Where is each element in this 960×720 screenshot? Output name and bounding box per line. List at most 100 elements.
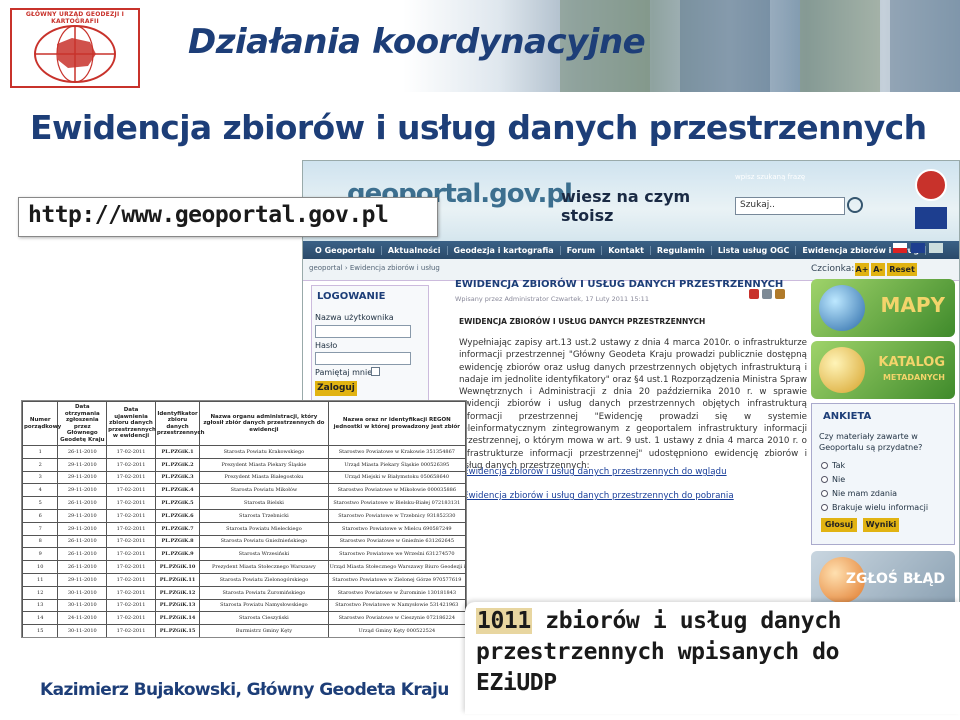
font-increase-button[interactable]: A+: [855, 263, 869, 276]
table-cell: 17-02-2011: [106, 457, 156, 472]
nav-item[interactable]: Geodezja i kartografia: [448, 245, 561, 255]
table-cell: 17-02-2011: [106, 636, 156, 637]
table-row: 15 30-11-2010 17-02-2011 PL.PZGiK.15 Burmist…: [22, 624, 466, 637]
maps-label: MAPY: [880, 293, 945, 317]
breadcrumb[interactable]: geoportal › Ewidencja zbiorów i usług: [309, 264, 440, 272]
table-cell: Starosta Bielski: [199, 496, 329, 510]
table-cell: PL.PZGiK.2: [154, 457, 201, 472]
table-cell: 6: [22, 508, 59, 523]
nav-item[interactable]: O Geoportalu: [309, 245, 382, 255]
table-cell: 17-02-2011: [106, 483, 156, 498]
catalog-sublabel: METADANYCH: [882, 373, 945, 382]
nav-item[interactable]: Regulamin: [651, 245, 712, 255]
username-field[interactable]: [315, 325, 411, 338]
table-cell: PL.PZGiK.16: [154, 636, 201, 637]
language-flags: [893, 243, 957, 257]
register-view-link[interactable]: Ewidencja zbiorów i usług danych przestr…: [463, 467, 727, 477]
table-cell: 17-02-2011: [106, 508, 156, 523]
radio-button[interactable]: [821, 462, 828, 469]
globe-icon: [819, 285, 865, 331]
login-title: LOGOWANIE: [317, 291, 386, 302]
table-cell: 16: [22, 636, 59, 637]
results-button[interactable]: Wyniki: [863, 518, 899, 532]
remember-checkbox[interactable]: [371, 367, 380, 376]
table-cell: PL.PZGiK.14: [154, 611, 201, 626]
column-header: Data otrzymania zgłoszenia przez Główneg…: [57, 401, 108, 446]
table-cell: 5: [22, 496, 59, 510]
nav-item[interactable]: Forum: [561, 245, 603, 255]
register-download-link[interactable]: Ewidencja zbiorów i usług danych przestr…: [463, 491, 734, 501]
table-cell: Starosta Wrzesiński: [199, 547, 329, 562]
table-cell: 17-02-2011: [106, 534, 156, 549]
report-error-button[interactable]: ZGŁOŚ BŁĄD: [811, 551, 955, 609]
radio-button[interactable]: [821, 504, 828, 511]
radio-button[interactable]: [821, 476, 828, 483]
table-cell: 8: [22, 534, 59, 549]
table-cell: PL.PZGiK.7: [154, 521, 201, 536]
stat-line: przestrzennych wpisanych do: [476, 639, 840, 665]
table-cell: Starosta Powiatu Krakowskiego: [199, 445, 329, 459]
maps-button[interactable]: MAPY: [811, 279, 955, 337]
pdf-icon[interactable]: [749, 289, 759, 299]
table-cell: 3: [22, 470, 59, 485]
catalog-button[interactable]: KATALOG METADANYCH: [811, 341, 955, 399]
table-row: 11 29-11-2010 17-02-2011 PL.PZGiK.11 Starost…: [22, 572, 466, 587]
stat-line: 1011 zbiorów i usług danych: [476, 608, 842, 634]
polish-flag-icon[interactable]: [893, 243, 907, 253]
survey-option[interactable]: Tak: [821, 461, 845, 470]
search-icon[interactable]: [847, 197, 863, 213]
table-body: 1 26-11-2010 17-02-2011 PL.PZGiK.1 Starosta …: [22, 445, 466, 637]
geoportal-url[interactable]: http://www.geoportal.gov.pl: [28, 202, 389, 228]
logo-caption: GŁÓWNY URZĄD GEODEZJI I KARTOGRAFII: [25, 11, 125, 25]
email-icon[interactable]: [775, 289, 785, 299]
catalog-label: KATALOG: [878, 355, 945, 370]
english-flag-icon[interactable]: [911, 243, 925, 253]
slide-subtitle: Ewidencja zbiorów i usług danych przestr…: [30, 108, 927, 147]
login-button[interactable]: Zaloguj: [315, 381, 357, 396]
content-title: EWIDENCJA ZBIORÓW I USŁUG DANYCH PRZESTR…: [455, 279, 784, 290]
table-cell: PL.PZGiK.5: [154, 496, 201, 510]
vote-button[interactable]: Głosuj: [821, 518, 857, 532]
sitemap-icon[interactable]: [929, 243, 943, 253]
password-field[interactable]: [315, 352, 411, 365]
table-cell: 13: [22, 598, 59, 613]
table-cell: Starostwo Powiatowe w Trzebnicy 93185233…: [327, 508, 466, 523]
table-cell: 30-11-2010: [57, 585, 108, 600]
survey-question: Czy materiały zawarte w Geoportalu są pr…: [819, 432, 923, 452]
table-cell: 17-02-2011: [106, 585, 156, 600]
table-cell: 15: [22, 624, 59, 637]
table-cell: PL.PZGiK.9: [154, 547, 201, 562]
table-cell: 24-11-2010: [57, 611, 108, 626]
print-icon[interactable]: [762, 289, 772, 299]
table-cell: 7: [22, 521, 59, 536]
table-cell: Starosta Powiatu Gnieźnieńskiego: [199, 534, 329, 549]
table-cell: 17-02-2011: [106, 547, 156, 562]
table-cell: Starostwo Powiatowe we Wrześni 631274570: [327, 547, 466, 562]
table-row: 3 29-11-2010 17-02-2011 PL.PZGiK.3 Prezydent…: [22, 470, 466, 485]
table-cell: 11: [22, 572, 59, 587]
radio-button[interactable]: [821, 490, 828, 497]
table-row: 6 29-11-2010 17-02-2011 PL.PZGiK.6 Starosta …: [22, 508, 466, 523]
nav-item[interactable]: Aktualności: [382, 245, 448, 255]
survey-option[interactable]: Brakuje wielu informacji: [821, 503, 928, 512]
table-cell: Starosta Trzebnicki: [199, 508, 329, 523]
report-error-label: ZGŁOŚ BŁĄD: [845, 571, 945, 587]
nav-item[interactable]: Kontakt: [602, 245, 651, 255]
nav-item[interactable]: Lista usług OGC: [712, 245, 797, 255]
font-decrease-button[interactable]: A-: [871, 263, 885, 276]
eu-flag-icon: [915, 207, 947, 229]
banner-photo: [680, 0, 770, 92]
table-cell: PL.PZGiK.8: [154, 534, 201, 549]
table-cell: 17-02-2011: [106, 572, 156, 587]
search-input[interactable]: Szukaj..: [735, 197, 845, 215]
table-cell: Urząd Gminy Kęty 000522524: [327, 624, 466, 637]
table-cell: PL.PZGiK.13: [154, 598, 201, 613]
font-reset-button[interactable]: Reset: [887, 263, 917, 276]
gugik-badge-icon: [915, 169, 947, 201]
table-row: 4 29-11-2010 17-02-2011 PL.PZGiK.4 Starosta …: [22, 483, 466, 498]
survey-option[interactable]: Nie mam zdania: [821, 489, 897, 498]
table-cell: 4: [22, 483, 59, 498]
survey-option[interactable]: Nie: [821, 475, 845, 484]
column-header: Nazwa organu administracji, który zgłosi…: [199, 401, 329, 446]
table-row: 2 29-11-2010 17-02-2011 PL.PZGiK.2 Prezydent…: [22, 457, 466, 472]
